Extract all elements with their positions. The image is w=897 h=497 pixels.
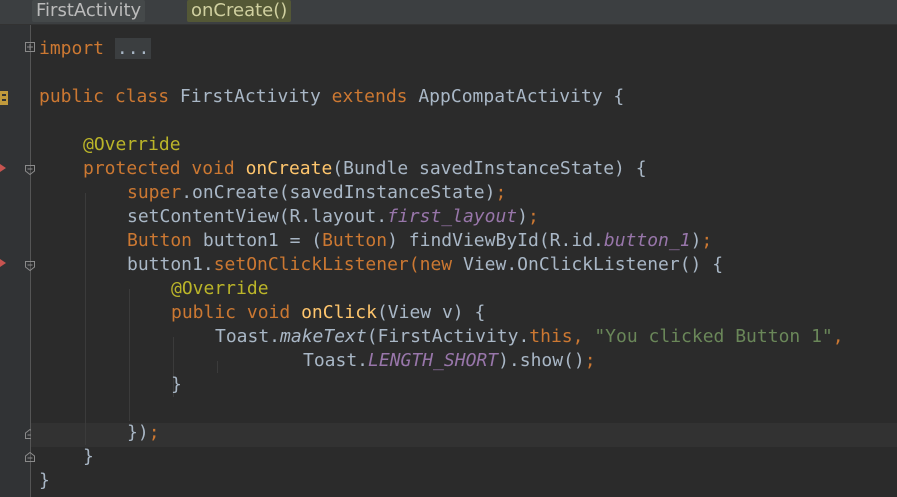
superclass-name: AppCompatActivity [418, 86, 603, 107]
keyword: void [191, 158, 235, 179]
semicolon: ; [584, 350, 596, 371]
paren: ( [408, 254, 420, 275]
breadcrumb-class[interactable]: FirstActivity [32, 0, 146, 22]
call: ) findViewById(R.id. [387, 230, 604, 251]
comma: , [572, 326, 584, 347]
semicolon: ; [495, 182, 507, 203]
override-marker-icon[interactable] [0, 91, 8, 105]
string-literal: "You clicked Button 1" [594, 326, 833, 347]
code-editor[interactable]: import ... public class FirstActivity ex… [31, 25, 897, 497]
semicolon: ; [527, 206, 539, 227]
object: Toast. [303, 350, 369, 371]
breadcrumb-method[interactable]: onCreate() [187, 0, 292, 22]
keyword: class [114, 86, 170, 107]
code-line-close-brace[interactable]: } [39, 469, 50, 493]
method-name: setOnClickListener [213, 254, 409, 275]
call: .onCreate(savedInstanceState) [181, 182, 496, 203]
object: Toast. [215, 326, 281, 347]
keyword: super [127, 182, 182, 203]
code-line-annotation[interactable]: @Override [171, 277, 269, 301]
code-line-set-content-view[interactable]: setContentView(R.layout.first_layout); [127, 205, 539, 229]
code-line-toast[interactable]: Toast.makeText(FirstActivity.this, "You … [215, 325, 844, 349]
override-arrow-icon[interactable] [0, 164, 6, 172]
brace: } [171, 374, 182, 395]
params: (View v) { [376, 302, 486, 323]
params: (Bundle savedInstanceState) { [332, 158, 647, 179]
method-name: onCreate [245, 158, 333, 179]
comma: , [832, 326, 844, 347]
class-name: FirstActivity [179, 86, 321, 107]
field: LENGTH_SHORT [368, 350, 499, 371]
paren: ) [517, 206, 528, 227]
keyword: this [529, 326, 573, 347]
keyword: import [39, 38, 105, 59]
text: View.OnClickListener() { [452, 254, 724, 275]
code-line-close-listener[interactable]: }); [127, 421, 160, 445]
keyword: new [419, 254, 453, 275]
folded-imports[interactable]: ... [114, 38, 152, 59]
override-arrow-icon[interactable] [0, 259, 6, 267]
field: first_layout [387, 206, 518, 227]
method-name: makeText [280, 326, 367, 347]
code-line-toast-duration[interactable]: Toast.LENGTH_SHORT).show(); [303, 349, 596, 373]
indent-guide [129, 289, 130, 421]
brace: } [83, 446, 94, 467]
keyword: public [39, 86, 105, 107]
indent-guide [217, 361, 218, 373]
keyword: void [246, 302, 291, 323]
caret-line-highlight [31, 423, 897, 447]
field: button_1 [603, 230, 691, 251]
annotation: @Override [171, 278, 269, 299]
editor-gutter[interactable] [0, 25, 35, 497]
code-line-import[interactable]: import ... [39, 37, 152, 61]
keyword: extends [331, 86, 408, 107]
code-line-oncreate[interactable]: protected void onCreate(Bundle savedInst… [83, 157, 647, 181]
code-line-annotation[interactable]: @Override [83, 133, 181, 157]
call: setContentView(R.layout. [127, 206, 388, 227]
paren: ) [690, 230, 702, 251]
text: button1 = ( [192, 230, 323, 251]
code-line-close-brace[interactable]: } [83, 445, 94, 469]
code-line-find-view[interactable]: Button button1 = (Button) findViewById(R… [127, 229, 712, 253]
brace: { [613, 86, 625, 107]
method-name: onClick [301, 302, 377, 323]
annotation: @Override [83, 134, 181, 155]
semicolon: ; [148, 422, 160, 443]
code-line-onclick[interactable]: public void onClick(View v) { [171, 301, 485, 325]
call: ).show() [498, 350, 585, 371]
breadcrumb: FirstActivity onCreate() [0, 0, 897, 25]
keyword: protected [83, 158, 181, 179]
code-line-super-call[interactable]: super.onCreate(savedInstanceState); [127, 181, 506, 205]
brace: }) [127, 422, 149, 443]
object: button1. [127, 254, 214, 275]
brace: } [39, 470, 50, 491]
semicolon: ; [701, 230, 713, 251]
code-line-set-listener[interactable]: button1.setOnClickListener(new View.OnCl… [127, 253, 723, 277]
indent-guide [85, 193, 86, 445]
type-name: Button [322, 230, 388, 251]
type-name: Button [127, 230, 193, 251]
text: (FirstActivity. [366, 326, 530, 347]
code-line-class-declaration[interactable]: public class FirstActivity extends AppCo… [39, 85, 624, 109]
keyword: public [171, 302, 237, 323]
code-line-close-brace[interactable]: } [171, 373, 182, 397]
